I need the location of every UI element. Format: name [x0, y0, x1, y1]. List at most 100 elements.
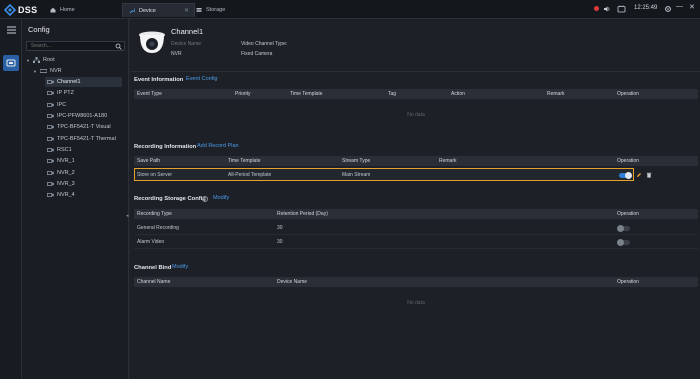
- device-config-icon: [6, 59, 16, 67]
- camera-icon: [47, 80, 54, 84]
- tree-node-channel1[interactable]: Channel1: [45, 77, 122, 87]
- tree-node-tpc-visual[interactable]: TPC-BF5421-T Visual: [47, 122, 111, 132]
- video-type-value: Fixed Camera: [241, 51, 273, 57]
- recording-enable-toggle[interactable]: [619, 172, 632, 179]
- camera-icon: [47, 114, 54, 118]
- dss-logo-icon: [4, 3, 16, 16]
- col-tag[interactable]: Tag: [388, 91, 396, 97]
- main-content: Channel1 Device Name NVR Video Channel T…: [131, 19, 700, 379]
- tab-storage[interactable]: Storage: [190, 3, 268, 17]
- search-input[interactable]: [27, 42, 124, 50]
- tree-node-nvr-3[interactable]: NVR_3: [47, 179, 75, 189]
- tab-label: Home: [60, 7, 75, 13]
- tree-node-nvr-2[interactable]: NVR_2: [47, 168, 75, 178]
- tab-device[interactable]: Device ✕: [122, 3, 195, 17]
- camera-icon: [47, 159, 54, 163]
- col-retention-period: Retention Period (Day): [277, 211, 328, 217]
- add-record-plan-link[interactable]: Add Record Plan: [197, 143, 239, 149]
- tree-label: RSC1: [57, 147, 72, 153]
- home-icon: [50, 7, 56, 13]
- alarm-video-toggle[interactable]: [617, 239, 630, 246]
- table-row: Alarm Video 30: [134, 235, 698, 249]
- empty-state: No data: [407, 300, 425, 306]
- channel-title: Channel1: [171, 27, 204, 36]
- edit-pencil-icon[interactable]: [636, 172, 642, 178]
- col-priority[interactable]: Priority: [235, 91, 251, 97]
- col-action[interactable]: Action: [451, 91, 465, 97]
- table-header: Recording Type Retention Period (Day) Op…: [134, 209, 698, 219]
- table-row: General Recording 30: [134, 221, 698, 235]
- tree-label: IPC-PFW8601-A180: [57, 113, 108, 119]
- tree-label: NVR_3: [57, 181, 75, 187]
- device-name-label: Device Name: [171, 41, 202, 47]
- table-row[interactable]: Store on Server All-Period Template Main…: [134, 168, 634, 181]
- recording-table: Save Path Time Template Stream Type Rema…: [134, 156, 698, 188]
- channel-bind-modify-link[interactable]: Modify: [172, 264, 188, 270]
- table-header: Event Type Priority Time Template Tag Ac…: [134, 89, 698, 99]
- table-header: Save Path Time Template Stream Type Rema…: [134, 156, 698, 166]
- left-rail: [0, 19, 22, 379]
- settings-icon[interactable]: [664, 5, 672, 13]
- camera-icon: [47, 182, 54, 186]
- org-icon: [33, 57, 40, 63]
- cell-recording-type: General Recording: [137, 225, 179, 231]
- empty-state: No data: [407, 112, 425, 118]
- close-icon[interactable]: ✕: [184, 7, 189, 14]
- wrench-icon: [129, 7, 135, 13]
- event-table: Event Type Priority Time Template Tag Ac…: [134, 89, 698, 139]
- tree-node-ip-ptz[interactable]: IP PTZ: [47, 88, 74, 98]
- camera-icon: [47, 137, 54, 141]
- channel-bind-table: Channel Name Device Name Operation No da…: [134, 277, 698, 327]
- volume-icon[interactable]: [603, 5, 611, 13]
- cell-retention-days: 30: [277, 239, 283, 245]
- col-save-path[interactable]: Save Path: [137, 158, 160, 164]
- tab-home[interactable]: Home: [44, 3, 121, 17]
- col-time-template[interactable]: Time Template: [228, 158, 261, 164]
- event-info-title: Event Information: [134, 77, 184, 83]
- window-close-icon[interactable]: ✕: [689, 3, 695, 11]
- search-icon[interactable]: [115, 43, 122, 50]
- col-stream-type[interactable]: Stream Type: [342, 158, 370, 164]
- tree-label: Channel1: [57, 79, 81, 85]
- col-remark[interactable]: Remark: [439, 158, 457, 164]
- tree-node-nvr-4[interactable]: NVR_4: [47, 190, 75, 200]
- camera-icon: [47, 91, 54, 95]
- col-remark[interactable]: Remark: [547, 91, 565, 97]
- menu-button[interactable]: [3, 22, 19, 38]
- col-time-template[interactable]: Time Template: [290, 91, 323, 97]
- tree-node-rsc1[interactable]: RSC1: [47, 145, 72, 155]
- panel-title: Config: [28, 25, 50, 34]
- alarm-icon[interactable]: [617, 5, 626, 13]
- caret-down-icon[interactable]: ▼: [26, 58, 30, 63]
- rail-config-button[interactable]: [3, 55, 19, 71]
- tree-label: IPC: [57, 102, 67, 108]
- system-clock: 12:25:49: [634, 5, 658, 11]
- search-box[interactable]: [26, 41, 125, 51]
- tree-label: NVR_1: [57, 158, 75, 164]
- general-recording-toggle[interactable]: [617, 225, 630, 232]
- cell-time-template: All-Period Template: [228, 172, 272, 178]
- tree-node-nvr-1[interactable]: NVR_1: [47, 156, 75, 166]
- col-operation: Operation: [617, 279, 639, 285]
- caret-down-icon[interactable]: ▼: [33, 69, 37, 74]
- tree-node-nvr[interactable]: ▼ NVR: [33, 66, 62, 76]
- minimize-icon[interactable]: —: [676, 3, 683, 10]
- storage-modify-link[interactable]: Modify: [213, 195, 229, 201]
- collapse-panel-icon[interactable]: ◂: [126, 213, 129, 223]
- col-event-type[interactable]: Event Type: [137, 91, 162, 97]
- col-channel-name: Channel Name: [137, 279, 171, 285]
- delete-trash-icon[interactable]: [646, 172, 652, 178]
- info-icon[interactable]: i: [202, 196, 208, 202]
- col-operation: Operation: [617, 91, 639, 97]
- recording-info-title: Recording Information: [134, 144, 197, 150]
- col-operation: Operation: [617, 211, 639, 217]
- tree-node-root[interactable]: ▼ Root: [26, 55, 55, 65]
- app-logo[interactable]: DSS: [4, 3, 37, 16]
- app-name: DSS: [18, 4, 38, 15]
- tree-node-ipc[interactable]: IPC: [47, 100, 66, 110]
- tree-node-tpc-thermal[interactable]: TPC-BF5421-T Thermal: [47, 134, 116, 144]
- tree-node-ipc-pfw8601[interactable]: IPC-PFW8601-A180: [47, 111, 107, 121]
- camera-icon: [47, 103, 54, 107]
- event-config-link[interactable]: Event Config: [186, 76, 218, 82]
- tab-label: Storage: [206, 7, 226, 13]
